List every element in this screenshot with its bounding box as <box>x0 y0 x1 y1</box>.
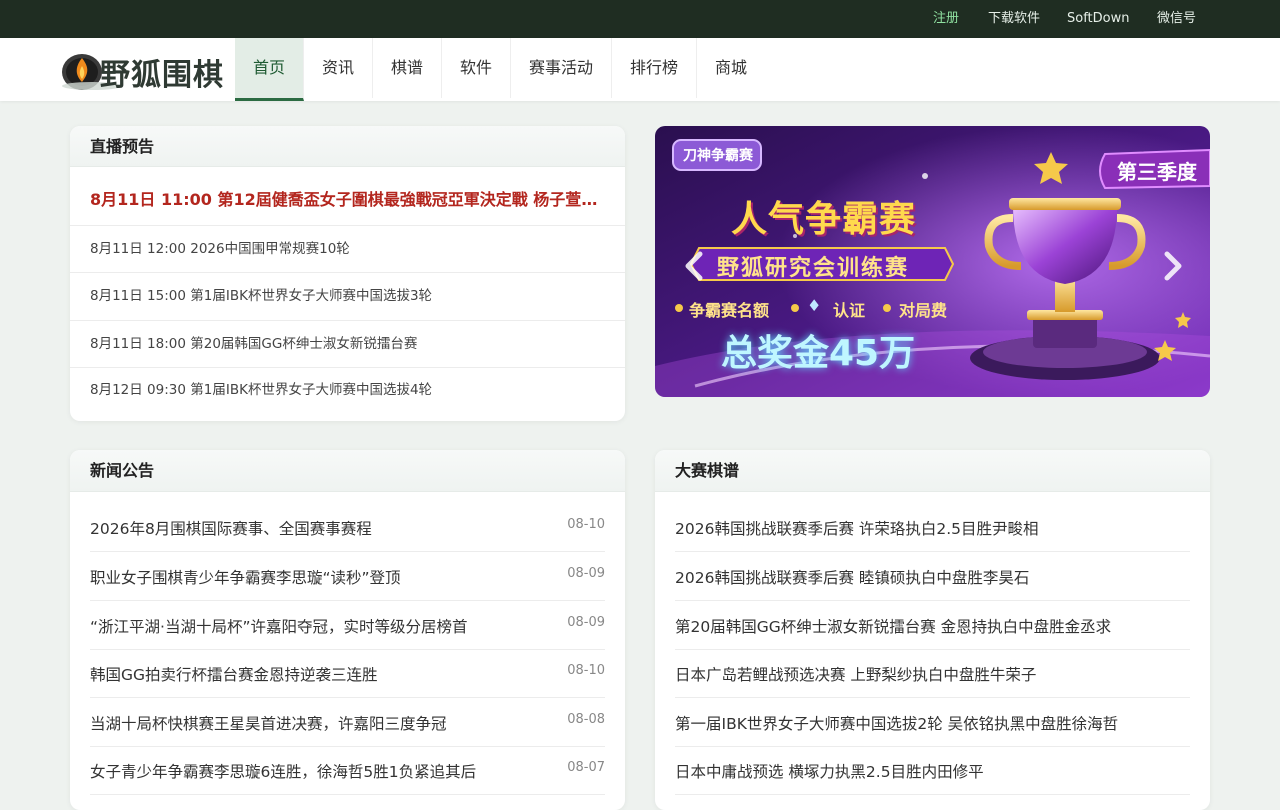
live-item[interactable]: 8月11日 18:00 第20届韩国GG杯绅士淑女新锐擂台赛 <box>70 321 625 368</box>
game-record-item[interactable]: 日本中庸战预选 横塚力执黑2.5目胜内田修平 <box>675 746 1190 795</box>
news-item-date: 08-09 <box>567 615 605 630</box>
game-record-item[interactable]: 日本广岛若鲤战预选决赛 上野梨纱执白中盘胜牛荣子 <box>675 649 1190 698</box>
banner-prev-arrow[interactable] <box>679 246 709 286</box>
news-item-title: “浙江平湖·当湖十局杯”许嘉阳夺冠，实时等级分居榜首 <box>90 618 468 636</box>
live-preview-title: 直播预告 <box>90 137 155 156</box>
register-link[interactable]: 注册 <box>933 0 959 38</box>
diamond-icon: ♦ <box>807 296 822 315</box>
news-item[interactable]: 职业女子围棋青少年争霸赛李思璇“读秒”登顶 08-09 <box>90 552 605 601</box>
games-card: 大赛棋谱 2026韩国挑战联赛季后赛 许荣珞执白2.5目胜尹畯相 2026韩国挑… <box>655 450 1210 810</box>
games-header: 大赛棋谱 <box>655 450 1210 492</box>
banner-title: 人气争霸赛 <box>731 199 917 240</box>
nav-kifu[interactable]: 棋谱 <box>373 38 442 98</box>
game-record-title: 2026韩国挑战联赛季后赛 睦镇硕执白中盘胜李昊石 <box>675 569 1030 587</box>
banner-subtitle: 野狐研究会训练赛 <box>717 256 910 281</box>
news-item-title: 韩国GG拍卖行杯擂台赛金恩持逆袭三连胜 <box>90 666 378 684</box>
download-link[interactable]: 下载软件 <box>988 0 1040 38</box>
nav-ranking[interactable]: 排行榜 <box>612 38 697 98</box>
softdown-link[interactable]: SoftDown <box>1067 0 1130 38</box>
news-item[interactable]: 2026年8月围棋国际赛事、全国赛事赛程 08-10 <box>90 503 605 552</box>
live-item-text: 8月11日 18:00 第20届韩国GG杯绅士淑女新锐擂台赛 <box>90 336 418 352</box>
game-record-item[interactable]: 2026韩国挑战联赛季后赛 睦镇硕执白中盘胜李昊石 <box>675 552 1190 601</box>
news-item-date: 08-07 <box>567 760 605 775</box>
top-bar: 注册 下载软件 SoftDown 微信号 <box>0 0 1280 38</box>
wechat-link[interactable]: 微信号 <box>1157 0 1196 38</box>
news-card: 新闻公告 2026年8月围棋国际赛事、全国赛事赛程 08-10 职业女子围棋青少… <box>70 450 625 810</box>
news-item[interactable]: 女子青少年争霸赛李思璇6连胜，徐海哲5胜1负紧追其后 08-07 <box>90 746 605 795</box>
banner-feature: 争霸赛名额 <box>689 301 770 320</box>
nav-news[interactable]: 资讯 <box>304 38 373 98</box>
news-title: 新闻公告 <box>90 461 155 480</box>
game-record-item[interactable]: 第20届韩国GG杯绅士淑女新锐擂台赛 金恩持执白中盘胜金丞求 <box>675 601 1190 650</box>
logo-text: 野狐围棋 <box>100 58 224 93</box>
live-item[interactable]: 8月11日 11:00 第12屆健喬盃女子圍棋最強戰冠亞軍決定戰 杨子萱VS..… <box>70 167 625 226</box>
banner-feature: 认证 <box>833 301 866 320</box>
news-header: 新闻公告 <box>70 450 625 492</box>
nav-store[interactable]: 商城 <box>697 38 765 98</box>
game-record-title: 第一届IBK世界女子大师赛中国选拔2轮 吴依铭执黑中盘胜徐海哲 <box>675 715 1119 733</box>
game-record-title: 2026韩国挑战联赛季后赛 许荣珞执白2.5目胜尹畯相 <box>675 520 1039 538</box>
nav-software[interactable]: 软件 <box>442 38 511 98</box>
main-nav: 野狐围棋 首页 资讯 棋谱 软件 赛事活动 排行榜 商城 <box>0 38 1280 101</box>
banner-badge: 刀神争霸赛 <box>683 148 753 164</box>
banner-next-arrow[interactable] <box>1157 246 1187 286</box>
live-item[interactable]: 8月11日 12:00 2026中国围甲常规赛10轮 <box>70 226 625 273</box>
live-item-text: 8月11日 15:00 第1届IBK杯世界女子大师赛中国选拔3轮 <box>90 288 433 304</box>
live-preview-card: 直播预告 8月11日 11:00 第12屆健喬盃女子圍棋最強戰冠亞軍決定戰 杨子… <box>70 126 625 421</box>
live-item-text: 8月12日 09:30 第1届IBK杯世界女子大师赛中国选拔4轮 <box>90 382 433 398</box>
game-record-title: 日本中庸战预选 横塚力执黑2.5目胜内田修平 <box>675 763 984 781</box>
nav-home[interactable]: 首页 <box>235 38 304 101</box>
live-item-text: 8月11日 11:00 第12屆健喬盃女子圍棋最強戰冠亞軍決定戰 杨子萱VS..… <box>90 190 605 209</box>
banner-feature: 对局费 <box>899 301 948 320</box>
live-item[interactable]: 8月12日 09:30 第1届IBK杯世界女子大师赛中国选拔4轮 <box>70 368 625 418</box>
news-item[interactable]: 当湖十局杯快棋赛王星昊首进决赛，许嘉阳三度争冠 08-08 <box>90 698 605 747</box>
news-item-title: 职业女子围棋青少年争霸赛李思璇“读秒”登顶 <box>90 569 401 587</box>
live-item-text: 8月11日 12:00 2026中国围甲常规赛10轮 <box>90 241 350 257</box>
live-preview-header: 直播预告 <box>70 126 625 167</box>
news-item[interactable]: 韩国GG拍卖行杯擂台赛金恩持逆袭三连胜 08-10 <box>90 649 605 698</box>
news-item-title: 2026年8月围棋国际赛事、全国赛事赛程 <box>90 520 372 538</box>
live-item[interactable]: 8月11日 15:00 第1届IBK杯世界女子大师赛中国选拔3轮 <box>70 273 625 321</box>
game-record-item[interactable]: 第一届IBK世界女子大师赛中国选拔2轮 吴依铭执黑中盘胜徐海哲 <box>675 698 1190 747</box>
game-record-item[interactable]: 2026韩国挑战联赛季后赛 许荣珞执白2.5目胜尹畯相 <box>675 503 1190 552</box>
game-record-title: 日本广岛若鲤战预选决赛 上野梨纱执白中盘胜牛荣子 <box>675 666 1037 684</box>
news-item-date: 08-10 <box>567 663 605 678</box>
news-item-title: 当湖十局杯快棋赛王星昊首进决赛，许嘉阳三度争冠 <box>90 715 447 733</box>
news-item-date: 08-08 <box>567 712 605 727</box>
games-title: 大赛棋谱 <box>675 461 740 480</box>
banner-prize: 总奖金45万 <box>721 333 916 374</box>
game-record-title: 第20届韩国GG杯绅士淑女新锐擂台赛 金恩持执白中盘胜金丞求 <box>675 618 1112 636</box>
news-item-date: 08-10 <box>567 517 605 532</box>
promo-banner[interactable]: 刀神争霸赛 第三季度 人气争霸赛 野狐研究会训练赛 争霸赛名额 认证 对局费 ♦… <box>655 126 1210 397</box>
banner-season: 第三季度 <box>1117 160 1197 184</box>
news-item-title: 女子青少年争霸赛李思璇6连胜，徐海哲5胜1负紧追其后 <box>90 763 477 781</box>
nav-events[interactable]: 赛事活动 <box>511 38 612 98</box>
site-logo[interactable]: 野狐围棋 <box>60 46 226 94</box>
news-item[interactable]: “浙江平湖·当湖十局杯”许嘉阳夺冠，实时等级分居榜首 08-09 <box>90 601 605 650</box>
news-item-date: 08-09 <box>567 566 605 581</box>
